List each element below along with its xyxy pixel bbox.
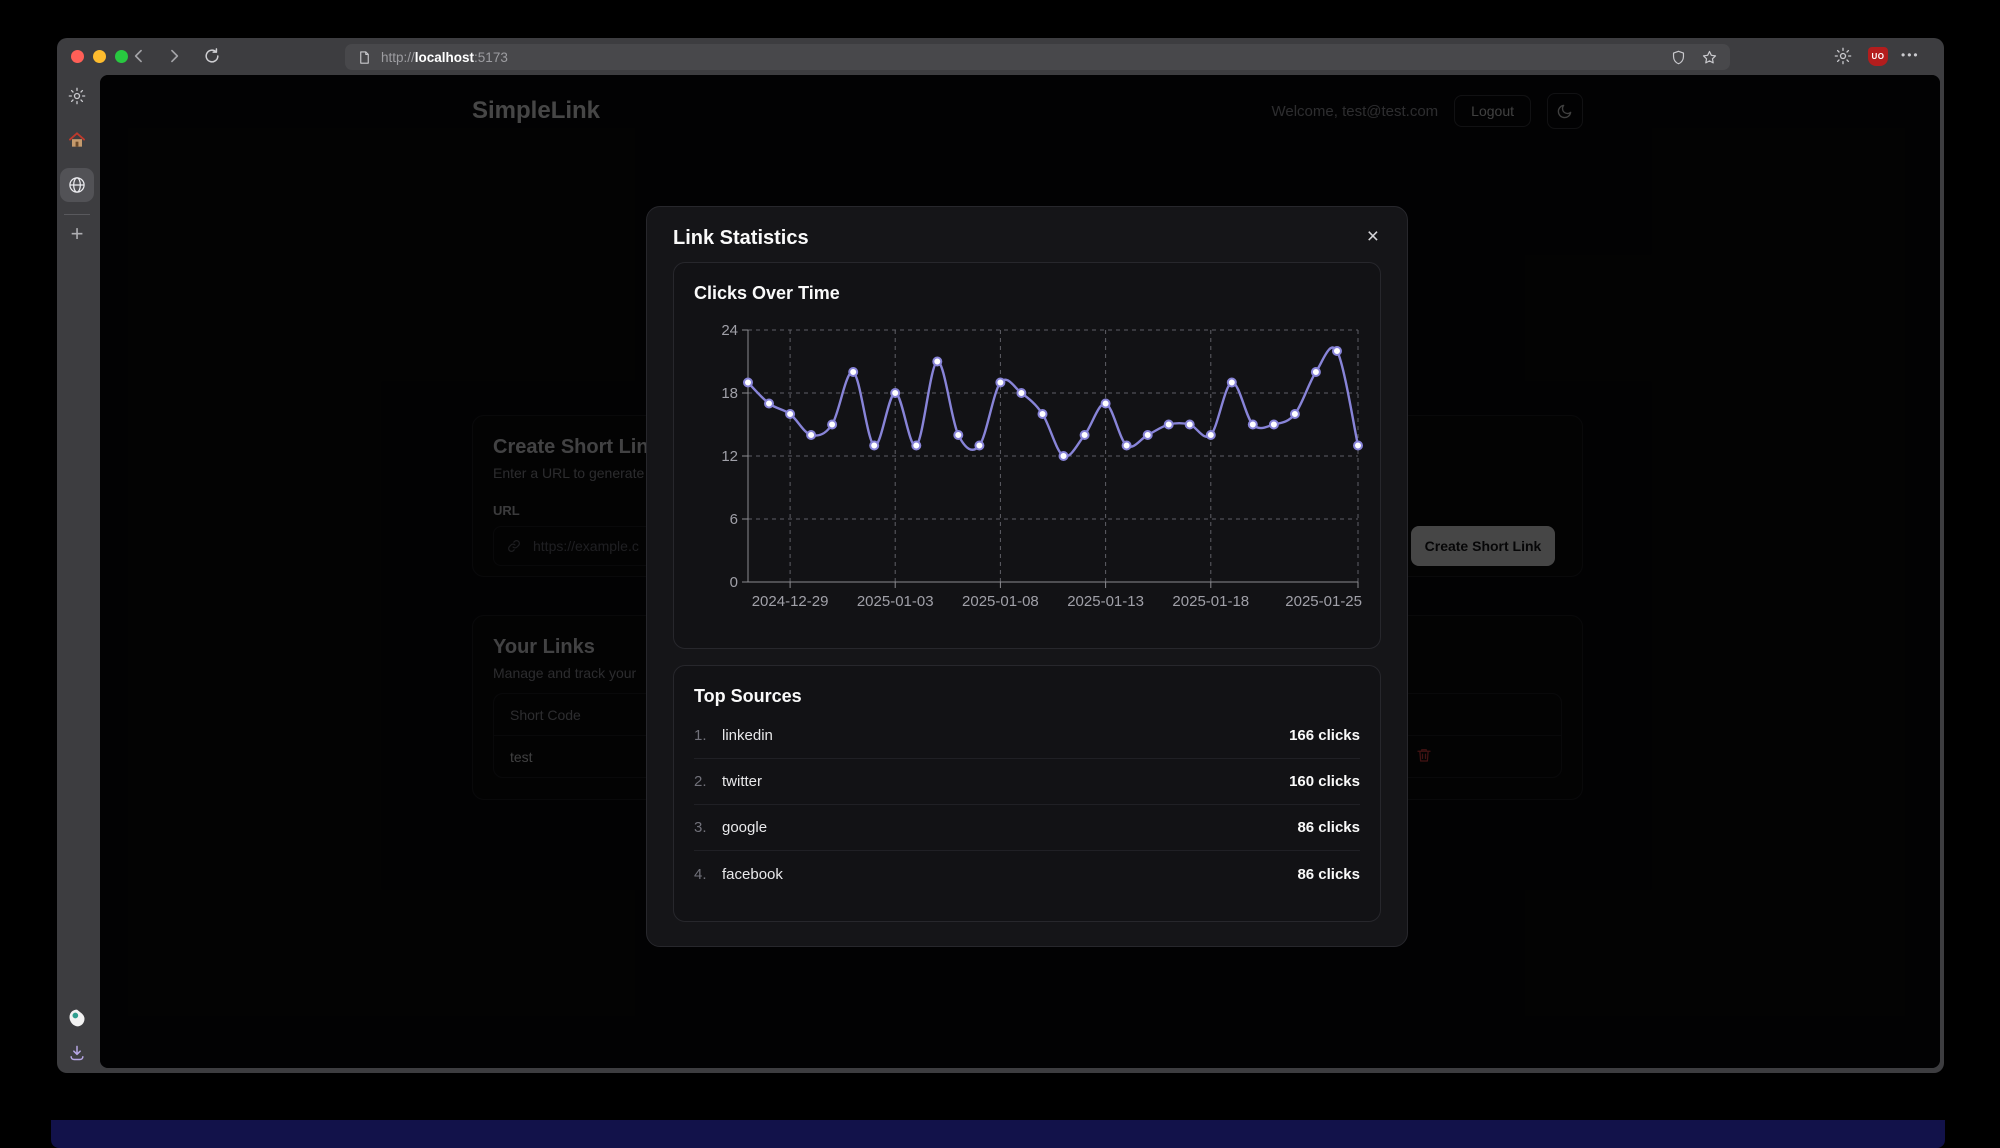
active-tab-localhost[interactable] [60, 168, 94, 202]
adblocker-badge-text: UO [1872, 52, 1885, 61]
source-clicks: 86 clicks [1297, 866, 1360, 883]
browser-toolbar: http://localhost:5173 UO ••• [57, 38, 1944, 75]
modal-title: Link Statistics [673, 227, 809, 250]
source-row: 3. google 86 clicks [694, 805, 1360, 851]
svg-text:24: 24 [721, 322, 738, 339]
overflow-menu-button[interactable]: ••• [1901, 48, 1920, 62]
source-clicks: 166 clicks [1289, 727, 1360, 744]
top-sources-panel: Top Sources 1. linkedin 166 clicks 2. tw… [673, 665, 1381, 922]
shield-icon[interactable] [1670, 49, 1687, 66]
svg-text:12: 12 [721, 448, 738, 465]
reload-icon [202, 46, 222, 66]
chevron-right-icon [164, 46, 184, 66]
svg-text:0: 0 [730, 574, 738, 591]
svg-text:2025-01-03: 2025-01-03 [857, 593, 934, 610]
source-name: facebook [722, 866, 783, 883]
reload-button[interactable] [202, 46, 222, 66]
source-row: 4. facebook 86 clicks [694, 851, 1360, 897]
window-controls [71, 50, 128, 63]
extensions-button[interactable] [1833, 46, 1853, 66]
source-row: 2. twitter 160 clicks [694, 759, 1360, 805]
url-bar[interactable]: http://localhost:5173 [345, 44, 1730, 70]
modal-header: Link Statistics × [673, 227, 1381, 250]
new-tab-button[interactable]: + [67, 222, 87, 246]
back-button[interactable] [129, 46, 149, 66]
download-icon [67, 1043, 87, 1063]
source-rank: 1. [694, 727, 722, 744]
settings-button[interactable] [67, 86, 87, 106]
gear-icon [67, 86, 87, 106]
source-name: google [722, 819, 767, 836]
close-modal-button[interactable]: × [1365, 227, 1381, 247]
svg-text:2025-01-13: 2025-01-13 [1067, 593, 1144, 610]
gear-icon [1833, 46, 1853, 66]
source-row: 1. linkedin 166 clicks [694, 713, 1360, 759]
pinned-tab-home[interactable] [67, 130, 87, 150]
source-rank: 3. [694, 819, 722, 836]
profile-button[interactable] [67, 1008, 87, 1028]
minimize-window-button[interactable] [93, 50, 106, 63]
page-icon [357, 50, 372, 65]
sources-title: Top Sources [694, 686, 1360, 707]
clicks-over-time-panel: Clicks Over Time 0 6 12 18 24 2024-12-29 2025-… [673, 262, 1381, 649]
clicks-over-time-chart: 0 6 12 18 24 2024-12-29 2025-01-03 2025-01-08 20… [694, 314, 1364, 614]
page-viewport: SimpleLink Welcome, test@test.com Logout… [100, 75, 1940, 1068]
globe-icon [67, 175, 87, 195]
svg-text:2024-12-29: 2024-12-29 [752, 593, 829, 610]
link-statistics-modal: Link Statistics × Clicks Over Time 0 6 12 1… [646, 206, 1408, 947]
source-clicks: 160 clicks [1289, 773, 1360, 790]
url-text: http://localhost:5173 [381, 50, 508, 65]
profile-avatar-icon [67, 1008, 87, 1028]
forward-button[interactable] [164, 46, 184, 66]
svg-text:18: 18 [721, 385, 738, 402]
svg-text:2025-01-25: 2025-01-25 [1285, 593, 1362, 610]
sidebar-divider [64, 214, 90, 215]
browser-window: http://localhost:5173 UO ••• [57, 38, 1944, 1073]
source-clicks: 86 clicks [1297, 819, 1360, 836]
chart-title: Clicks Over Time [694, 283, 1360, 304]
desktop-accent-strip [51, 1120, 1945, 1148]
source-rank: 4. [694, 866, 722, 883]
close-window-button[interactable] [71, 50, 84, 63]
source-name: linkedin [722, 727, 773, 744]
svg-text:6: 6 [730, 511, 738, 528]
adblocker-extension-button[interactable]: UO [1868, 47, 1888, 66]
source-rank: 2. [694, 773, 722, 790]
source-list: 1. linkedin 166 clicks 2. twitter 160 cl… [694, 713, 1360, 897]
downloads-button[interactable] [67, 1043, 87, 1063]
chevron-left-icon [129, 46, 149, 66]
bookmark-star-icon[interactable] [1701, 49, 1718, 66]
svg-text:2025-01-08: 2025-01-08 [962, 593, 1039, 610]
house-icon [67, 130, 87, 150]
source-name: twitter [722, 773, 762, 790]
zoom-window-button[interactable] [115, 50, 128, 63]
svg-text:2025-01-18: 2025-01-18 [1172, 593, 1249, 610]
